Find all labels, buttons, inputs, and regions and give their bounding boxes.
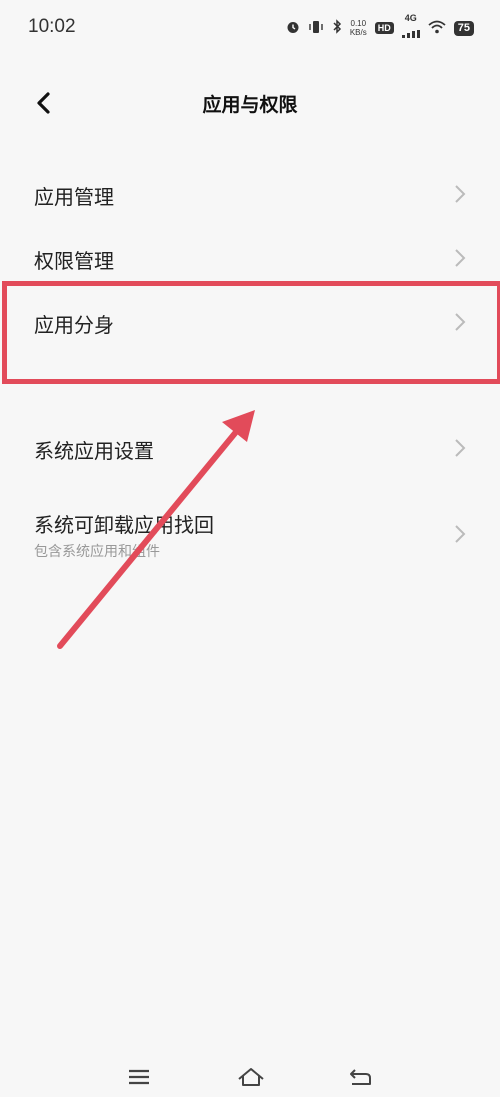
vibrate-icon (308, 19, 324, 38)
page-title: 应用与权限 (202, 94, 298, 116)
status-bar: 10:02 0.10 KB/s HD 4G 75 (0, 0, 500, 56)
home-icon (238, 1068, 264, 1086)
row-sublabel: 包含系统应用和组件 (34, 544, 160, 560)
return-icon (350, 1069, 371, 1085)
row-label: 应用管理 (34, 185, 114, 209)
menu-icon (129, 1069, 149, 1085)
chevron-right-icon (455, 525, 466, 543)
battery-level: 75 (453, 20, 474, 36)
row-app-management[interactable]: 应用管理 (0, 164, 500, 224)
alarm-icon (286, 19, 300, 38)
speed-unit: KB/s (349, 28, 367, 37)
status-time: 10:02 (28, 16, 76, 37)
row-label: 系统应用设置 (34, 439, 154, 463)
speed-value: 0.10 (350, 19, 367, 28)
wifi-icon (428, 19, 446, 38)
row-system-app-settings[interactable]: 系统应用设置 (0, 418, 500, 478)
status-icons: 0.10 KB/s HD 4G 75 (286, 13, 474, 42)
navigation-bar (0, 1056, 500, 1096)
menu-button[interactable] (125, 1066, 155, 1092)
chevron-right-icon (455, 249, 466, 267)
chevron-right-icon (455, 185, 466, 203)
signal-icon (401, 23, 420, 42)
row-label: 系统可卸载应用找回 (34, 513, 214, 537)
bluetooth-icon (332, 18, 342, 38)
signal-group: 4G (401, 13, 420, 42)
highlight-box (2, 281, 500, 384)
row-uninstallable-app-recovery[interactable]: 系统可卸载应用找回 包含系统应用和组件 (0, 496, 500, 572)
row-label: 权限管理 (34, 249, 114, 273)
return-button[interactable] (346, 1066, 376, 1092)
network-speed: 0.10 KB/s (350, 19, 367, 37)
row-permission-management[interactable]: 权限管理 (0, 228, 500, 288)
home-button[interactable] (236, 1066, 266, 1092)
header: 应用与权限 (0, 76, 500, 132)
chevron-right-icon (455, 439, 466, 457)
network-type: 4G (404, 13, 417, 23)
hd-badge: HD (374, 22, 394, 34)
